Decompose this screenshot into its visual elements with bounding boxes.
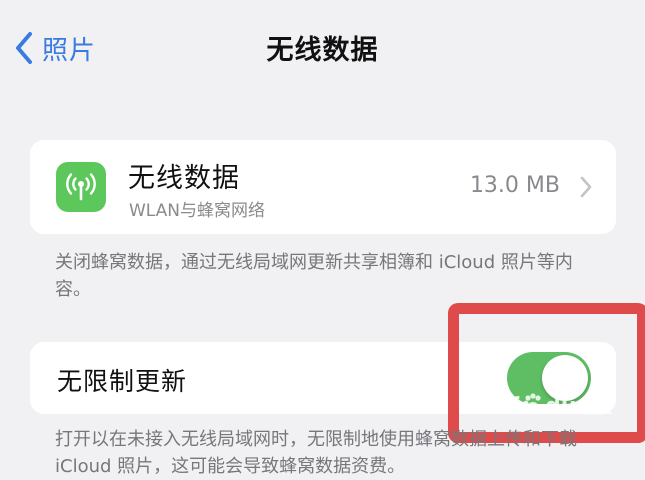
unlimited-updates-footnote: 打开以在未接入无线局域网时，无限制地使用蜂窝数据上传和下载 iCloud 照片，… — [55, 429, 577, 477]
paw-icon — [522, 392, 544, 420]
watermark-text-head: Bai — [482, 393, 522, 419]
page-title: 无线数据 — [266, 35, 379, 66]
highlight-box — [448, 303, 645, 443]
navigation-bar: 照片 无线数据 — [0, 0, 645, 100]
chevron-right-icon — [580, 176, 592, 202]
watermark-text-tail: du — [545, 393, 577, 419]
wireless-data-row[interactable]: 无线数据 WLAN与蜂窝网络 13.0 MB — [30, 140, 616, 234]
watermark-text-cn: 经验 — [580, 398, 613, 417]
wireless-data-subtitle: WLAN与蜂窝网络 — [129, 201, 266, 221]
data-usage-value: 13.0 MB — [469, 173, 560, 198]
baidu-watermark: Bai du 经验 — [482, 392, 613, 420]
wireless-data-footnote: 关闭蜂窝数据，通过无线局域网更新共享相簿和 iCloud 照片等内容。 — [55, 252, 573, 300]
unlimited-updates-label: 无限制更新 — [57, 367, 188, 396]
antenna-icon — [56, 162, 106, 212]
wireless-data-title: 无线数据 — [128, 163, 240, 194]
